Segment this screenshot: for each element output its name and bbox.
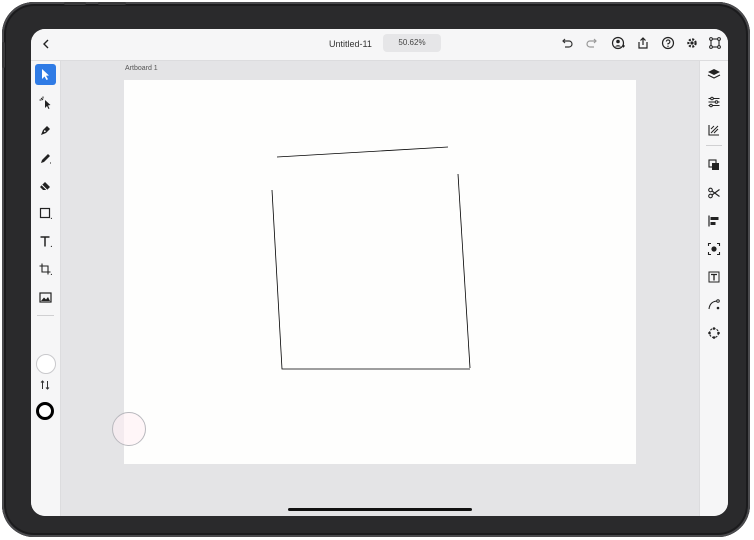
swap-colors-icon[interactable] [39,379,51,391]
share-icon[interactable] [636,36,650,50]
gear-icon[interactable] [685,36,699,50]
zoom-level-button[interactable]: 50.62% [383,34,441,52]
selection-tool[interactable] [35,64,56,85]
canvas-area[interactable]: Artboard 1 [61,61,699,516]
layers-icon[interactable] [707,67,721,81]
transform-icon [39,263,52,275]
panel-divider [706,145,722,146]
touch-indicator [112,412,146,446]
repeat-icon[interactable] [707,326,721,340]
pencil-tool[interactable] [35,148,56,169]
type-tool[interactable] [35,231,56,252]
ipad-device-frame: Untitled-11 50.62% Artboard 1 [2,2,750,537]
direct-selection-tool[interactable] [35,92,56,113]
artboard-label[interactable]: Artboard 1 [125,65,158,72]
chevron-left-icon[interactable] [39,37,53,51]
tools-toolbar [31,61,61,516]
image-tool[interactable] [35,287,56,308]
rectangle-tool[interactable] [35,203,56,224]
curvature-icon[interactable] [707,298,721,312]
arrow-cursor-icon [42,69,49,80]
properties-panel [699,61,728,516]
scissors-icon[interactable] [707,186,721,200]
hardware-button [2,42,5,68]
hardware-button [64,2,86,5]
drawn-quadrilateral-shape[interactable] [124,80,636,464]
eraser-icon [40,182,50,191]
pencil-icon [41,154,51,164]
crop-artboard-icon[interactable] [708,36,722,50]
path-combine-icon[interactable] [707,158,721,172]
pen-tool[interactable] [35,120,56,141]
artboard[interactable] [124,80,636,464]
fill-color-swatch[interactable] [36,354,56,374]
transform-tool[interactable] [35,259,56,280]
image-icon [39,292,52,303]
app-screen: Untitled-11 50.62% Artboard 1 [31,29,728,516]
direct-select-sparkle-icon [39,96,51,109]
text-t-icon [40,236,52,247]
invite-user-icon[interactable] [611,36,625,50]
pen-nib-icon [41,126,50,135]
redo-icon[interactable] [586,36,600,50]
home-indicator[interactable] [288,508,472,511]
rectangle-icon [39,207,52,219]
align-icon[interactable] [707,214,721,228]
image-trace-icon[interactable] [707,242,721,256]
top-bar: Untitled-11 50.62% [31,29,728,61]
appearance-icon[interactable] [707,123,721,137]
document-title[interactable]: Untitled-11 [329,39,372,49]
hardware-button [98,2,126,5]
toolbar-divider [37,315,54,316]
eraser-tool[interactable] [35,175,56,196]
undo-icon[interactable] [559,36,573,50]
help-icon[interactable] [661,36,675,50]
properties-icon[interactable] [707,95,721,109]
stroke-color-swatch[interactable] [36,402,54,420]
type-properties-icon[interactable] [707,270,721,284]
